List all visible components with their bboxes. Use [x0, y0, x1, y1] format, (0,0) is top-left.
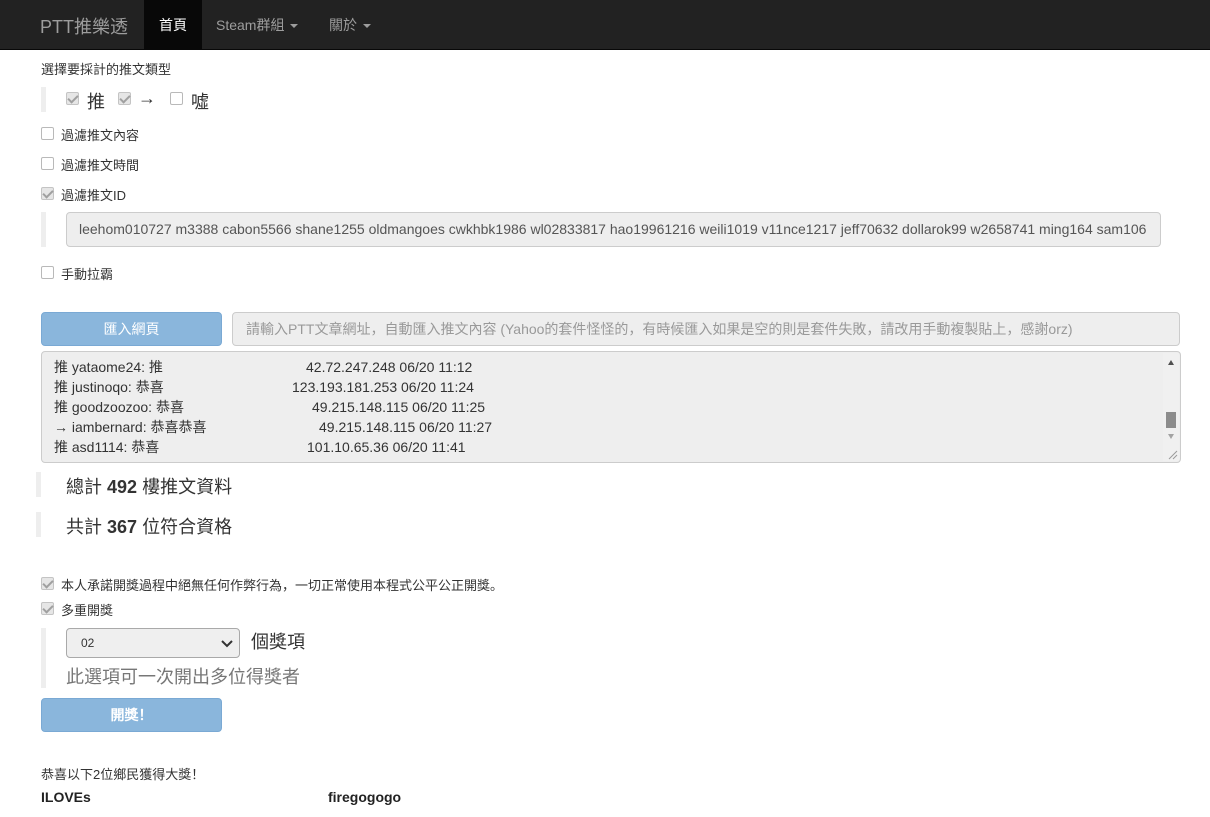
log-scrollbar[interactable]	[1163, 353, 1179, 461]
multi-draw-label: 多重開獎	[61, 603, 114, 618]
qualified-prefix: 共計	[66, 517, 102, 537]
log-line-text: 推 yataome24: 推	[54, 359, 163, 375]
draw-button[interactable]: 開獎！	[41, 698, 222, 732]
total-posts-stat: 總計 492 樓推文資料	[66, 473, 232, 499]
filter-id-group-bar	[41, 212, 46, 247]
prize-count-suffix: 個獎項	[251, 632, 305, 652]
manual-slot-checkbox[interactable]	[41, 266, 54, 279]
multi-draw-hint: 此選項可一次開出多位得獎者	[66, 667, 300, 687]
filter-id-list-input[interactable]: leehom010727 m3388 cabon5566 shane1255 o…	[66, 212, 1161, 247]
import-page-button[interactable]: 匯入網頁	[41, 312, 222, 346]
push-type-arrow-checkbox[interactable]	[118, 92, 131, 105]
navbar: PTT推樂透 首頁 Steam群組 關於	[0, 0, 1210, 50]
scrollbar-graphics	[1166, 360, 1178, 460]
qualified-suffix: 位符合資格	[142, 517, 233, 537]
resize-grip-line	[1172, 454, 1178, 460]
filter-content-label: 過濾推文內容	[61, 128, 140, 143]
push-log-textarea[interactable]: 推 yataome24: 推 42.72.247.248 06/20 11:12 …	[41, 351, 1181, 463]
scroll-thumb[interactable]	[1166, 412, 1176, 428]
qualified-stat-bar	[36, 512, 41, 537]
log-line-ip-time: 42.72.247.248 06/20 11:12	[306, 359, 473, 375]
log-line: 推 justinoqo: 恭喜 123.193.181.253 06/20 11:…	[54, 377, 474, 397]
winners-heading: 恭喜以下2位鄉民獲得大獎！	[41, 767, 205, 782]
resize-grip-icon[interactable]	[1168, 450, 1178, 460]
chevron-down-icon	[221, 640, 233, 648]
push-type-boo-label: 噓	[191, 92, 209, 112]
log-line: 推 yataome24: 推 42.72.247.248 06/20 11:12	[54, 357, 472, 377]
log-line-ip-time: 49.215.148.115 06/20 11:25	[312, 399, 486, 415]
push-type-heading: 選擇要採計的推文類型	[41, 62, 172, 77]
nav-home[interactable]: 首頁	[144, 0, 202, 50]
total-prefix: 總計	[66, 477, 102, 497]
log-line-ip-time: 101.10.65.36 06/20 11:41	[307, 439, 466, 455]
nav-steam-label: Steam群組	[216, 17, 285, 33]
log-line: 推 goodzoozoo: 恭喜 49.215.148.115 06/20 11:…	[54, 397, 485, 417]
log-line-text: 推 goodzoozoo: 恭喜	[54, 399, 184, 415]
brand-title[interactable]: PTT推樂透	[40, 13, 128, 39]
nav-steam-group-dropdown[interactable]: Steam群組	[216, 0, 299, 50]
filter-id-label: 過濾推文ID	[61, 188, 127, 203]
filter-time-checkbox[interactable]	[41, 157, 54, 170]
total-count: 492	[107, 477, 138, 497]
multi-draw-group-bar	[41, 628, 46, 688]
nav-about-label: 關於	[329, 17, 357, 33]
fair-promise-label: 本人承諾開獎過程中絕無任何作弊行為，一切正常使用本程式公平公正開獎。	[61, 578, 504, 593]
qualified-users-stat: 共計 367 位符合資格	[66, 513, 232, 539]
push-type-arrow-label: →	[138, 88, 156, 108]
prize-count-select[interactable]: 02	[66, 628, 240, 658]
scroll-down-arrow-icon[interactable]	[1168, 434, 1174, 439]
scroll-up-arrow-icon[interactable]	[1168, 360, 1174, 365]
log-line-text: → iambernard: 恭喜恭喜	[54, 419, 207, 435]
total-suffix: 樓推文資料	[142, 477, 233, 497]
winner-name: firegogogo	[328, 789, 402, 805]
log-line: 推 asd1114: 恭喜 101.10.65.36 06/20 11:41	[54, 437, 466, 457]
log-line-text: 推 asd1114: 恭喜	[54, 439, 160, 455]
qualified-count: 367	[107, 517, 138, 537]
winner-name: ILOVEs	[41, 789, 91, 805]
filter-content-checkbox[interactable]	[41, 127, 54, 140]
caret-down-icon	[290, 24, 299, 29]
push-type-group-bar	[41, 87, 46, 112]
multi-draw-checkbox[interactable]	[41, 602, 54, 615]
log-line-ip-time: 123.193.181.253 06/20 11:24	[292, 379, 474, 395]
nav-home-label: 首頁	[159, 17, 187, 33]
total-stat-bar	[36, 472, 41, 497]
log-line-ip-time: 49.215.148.115 06/20 11:27	[319, 419, 493, 435]
prize-count-value: 02	[81, 636, 95, 650]
push-type-push-label: 推	[87, 92, 105, 112]
filter-id-checkbox[interactable]	[41, 187, 54, 200]
log-line: → iambernard: 恭喜恭喜 49.215.148.115 06/20 1…	[54, 417, 492, 437]
fair-promise-checkbox[interactable]	[41, 577, 54, 590]
push-type-push-checkbox[interactable]	[66, 92, 79, 105]
ptt-url-input[interactable]: 請輸入PTT文章網址，自動匯入推文內容 (Yahoo的套件怪怪的，有時候匯入如果…	[232, 312, 1180, 346]
caret-down-icon	[363, 24, 371, 29]
filter-time-label: 過濾推文時間	[61, 158, 140, 173]
nav-about-dropdown[interactable]: 關於	[329, 0, 371, 50]
push-type-boo-checkbox[interactable]	[170, 92, 183, 105]
log-line-text: 推 justinoqo: 恭喜	[54, 379, 164, 395]
manual-slot-label: 手動拉霸	[61, 267, 114, 282]
